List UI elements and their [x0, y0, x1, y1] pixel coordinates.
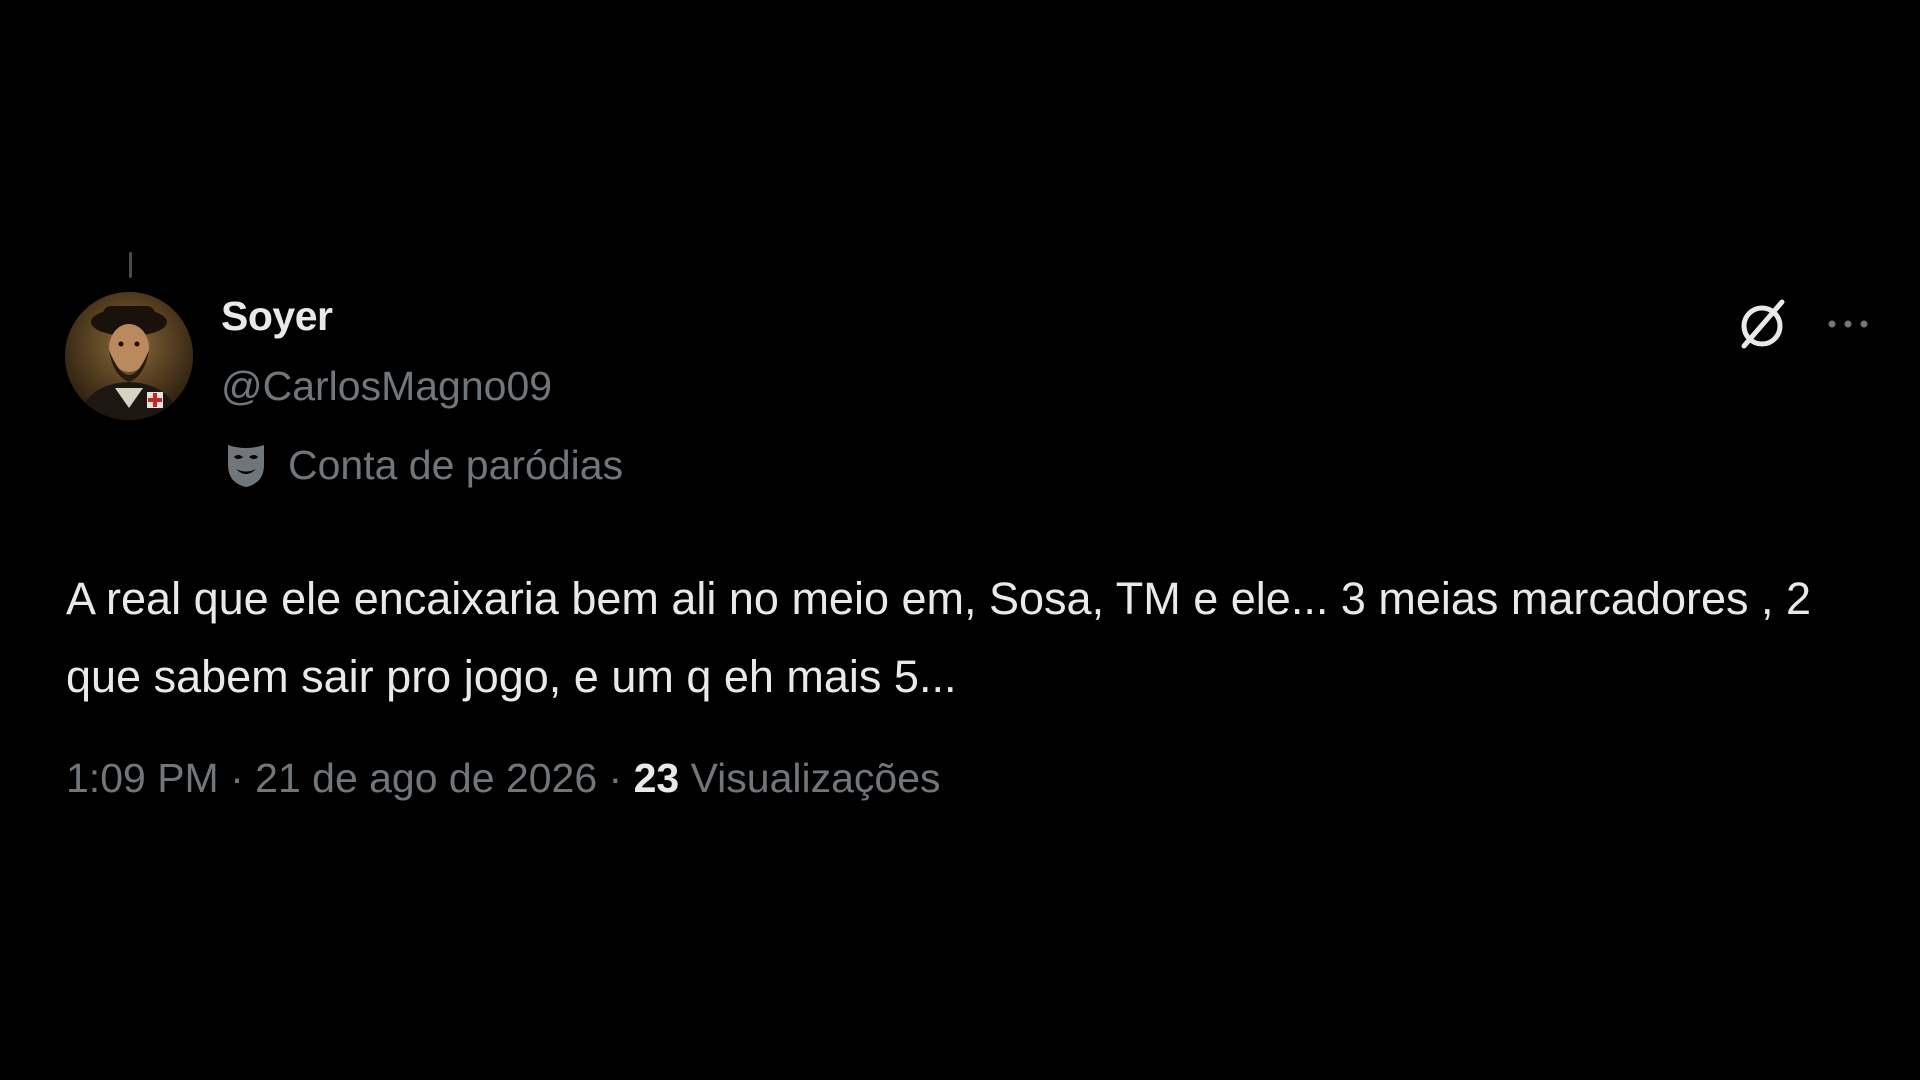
parody-label-text: Conta de paródias	[288, 441, 624, 488]
tweet-time[interactable]: 1:09 PM	[66, 755, 219, 801]
meta-separator: ·	[597, 755, 634, 801]
grok-icon[interactable]	[1734, 296, 1790, 352]
views-count: 23	[633, 755, 680, 801]
avatar-image	[65, 292, 193, 420]
tweet-article: Soyer @CarlosMagno09 Conta de paródias A…	[0, 0, 1920, 1080]
tweet-metadata: 1:09 PM · 21 de ago de 2026 · 23 Visuali…	[66, 758, 941, 799]
thread-connector-line	[129, 252, 132, 278]
more-options-icon[interactable]	[1824, 310, 1872, 338]
parody-mask-icon	[228, 445, 264, 487]
parody-account-label: Conta de paródias	[224, 440, 623, 490]
views-label: Visualizações	[679, 755, 941, 801]
tweet-date[interactable]: 21 de ago de 2026	[255, 755, 597, 801]
user-handle[interactable]: @CarlosMagno09	[221, 366, 552, 407]
avatar[interactable]	[65, 292, 193, 420]
display-name[interactable]: Soyer	[221, 296, 333, 337]
tweet-text: A real que ele encaixaria bem ali no mei…	[66, 573, 1812, 702]
meta-separator: ·	[218, 755, 256, 801]
